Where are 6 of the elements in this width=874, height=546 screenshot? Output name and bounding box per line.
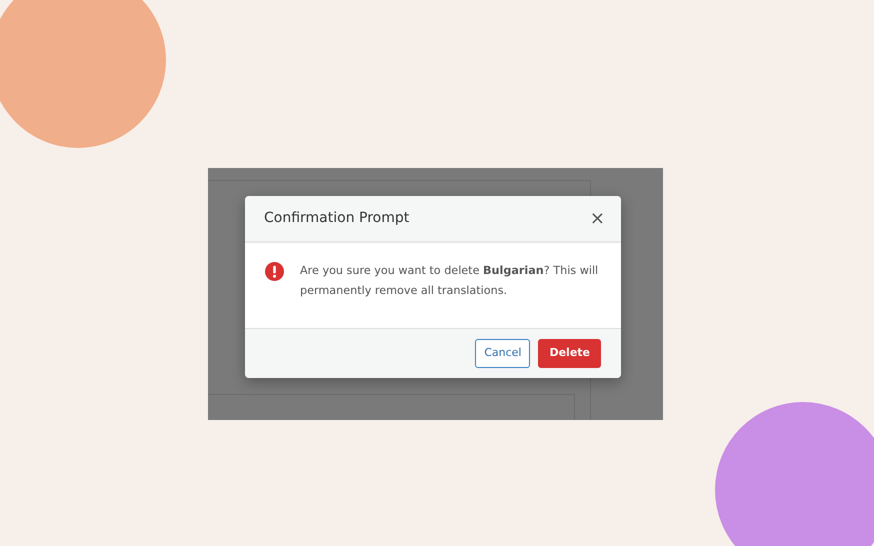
close-button[interactable]: × [590, 210, 605, 228]
dialog-title: Confirmation Prompt [264, 209, 410, 228]
cancel-button[interactable]: Cancel [475, 339, 530, 368]
error-icon [265, 262, 284, 281]
confirmation-message: Are you sure you want to delete Bulgarian? This will permanently remove all translations. [300, 263, 600, 299]
delete-button[interactable]: Delete [538, 339, 601, 368]
